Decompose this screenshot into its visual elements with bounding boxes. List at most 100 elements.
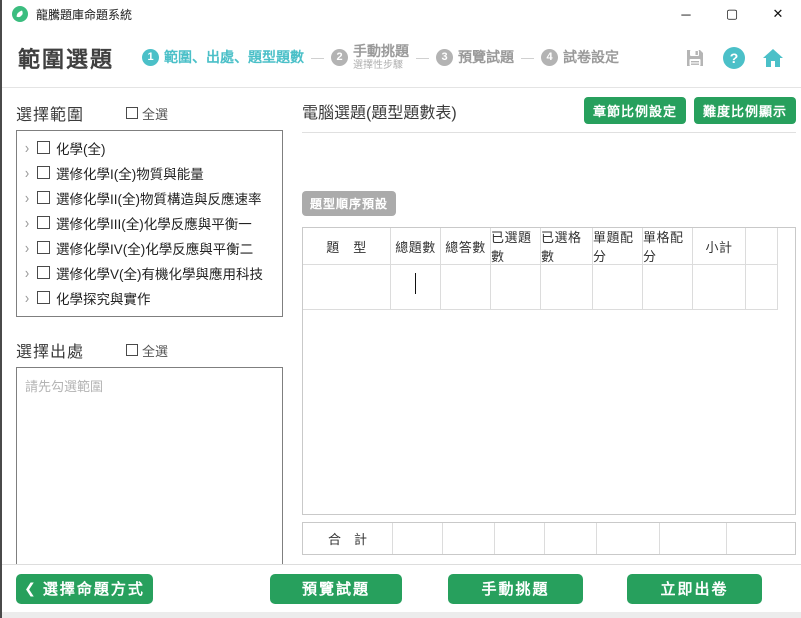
cell-empty [746,265,778,310]
chevron-right-icon[interactable]: › [19,264,35,282]
step-4-label: 試卷設定 [563,47,619,67]
cell-selected-blanks[interactable] [541,265,593,310]
range-select-all-checkbox[interactable] [126,107,138,119]
source-select-all[interactable]: 全選 [126,341,168,360]
app-title: 龍騰題庫命題系統 [36,6,132,23]
bottom-strip [2,612,801,618]
column-header-selected-questions: 已選題數 [491,228,541,265]
chevron-right-icon[interactable]: › [19,164,35,182]
difficulty-ratio-button[interactable]: 難度比例顯示 [694,97,796,124]
text-cursor [415,273,416,294]
preview-questions-button[interactable]: 預覽試題 [270,574,402,604]
app-logo-icon [12,6,28,22]
step-4-paper-settings[interactable]: 4 試卷設定 [541,47,619,67]
column-header-selected-blanks: 已選格數 [541,228,593,265]
tree-item-label: 選修化學V(全)有機化學與應用科技 [56,263,263,283]
minimize-icon[interactable]: ─ [663,0,709,28]
generate-paper-button[interactable]: 立即出卷 [627,574,762,604]
tree-item-chemistry-all[interactable]: › 化學(全) [19,135,280,160]
save-icon[interactable] [683,46,707,70]
step-4-number: 4 [541,49,558,66]
column-header-total-answers: 總答數 [441,228,491,265]
step-1-label: 範圍、出處、題型題數 [164,47,304,67]
tree-item-elective-4[interactable]: › 選修化學IV(全)化學反應與平衡二 [19,235,280,260]
step-3-label: 預覽試題 [458,47,514,67]
column-header-points-per-question: 單題配分 [593,228,643,265]
divider [302,132,796,133]
range-section-title: 選擇範圍 [16,101,84,125]
chevron-right-icon[interactable]: › [19,239,35,257]
tree-item-label: 選修化學I(全)物質與能量 [56,163,204,183]
cell-points-per-blank[interactable] [643,265,693,310]
chevron-right-icon[interactable]: › [19,214,35,232]
column-header-total-questions: 總題數 [391,228,441,265]
checkbox[interactable] [37,141,50,154]
chevron-right-icon[interactable]: › [19,139,35,157]
source-select-all-label: 全選 [142,341,168,360]
table-row [303,265,795,310]
column-header-question-type: 題 型 [303,228,391,265]
cell-subtotal[interactable] [693,265,746,310]
cell-total-answers[interactable] [441,265,491,310]
source-list-box: 請先勾選範圍 [16,367,283,567]
close-icon[interactable]: ✕ [755,0,801,28]
tree-item-label: 選修化學II(全)物質構造與反應速率 [56,188,262,208]
tree-item-elective-2[interactable]: › 選修化學II(全)物質構造與反應速率 [19,185,280,210]
step-1-range[interactable]: 1 範圍、出處、題型題數 [142,47,304,67]
home-icon[interactable] [761,46,785,70]
choose-method-back-button[interactable]: ❮ 選擇命題方式 [16,574,153,604]
total-cell [393,523,443,554]
chevron-right-icon[interactable]: › [19,289,35,307]
range-select-all[interactable]: 全選 [126,104,168,123]
total-row: 合 計 [302,522,796,555]
step-2-sublabel: 選擇性步驟 [353,60,409,71]
step-connector: — [521,50,534,65]
tree-item-elective-1[interactable]: › 選修化學I(全)物質與能量 [19,160,280,185]
checkbox[interactable] [37,241,50,254]
checkbox[interactable] [37,291,50,304]
checkbox[interactable] [37,191,50,204]
step-indicator: 1 範圍、出處、題型題數 — 2 手動挑題 選擇性步驟 — 3 預覽試題 — 4… [142,44,619,70]
step-3-number: 3 [436,49,453,66]
tree-item-elective-5[interactable]: › 選修化學V(全)有機化學與應用科技 [19,260,280,285]
question-type-table: 題 型 總題數 總答數 已選題數 已選格數 單題配分 單格配分 小計 [302,227,796,515]
step-2-manual-pick[interactable]: 2 手動挑題 選擇性步驟 [331,44,409,70]
total-cell [727,523,795,554]
tree-item-label: 選修化學IV(全)化學反應與平衡二 [56,238,253,258]
source-placeholder: 請先勾選範圍 [25,379,103,394]
total-cell [495,523,545,554]
checkbox[interactable] [37,266,50,279]
total-cell [443,523,495,554]
title-bar: 龍騰題庫命題系統 ─ ▢ ✕ [2,0,801,28]
step-3-preview[interactable]: 3 預覽試題 [436,47,514,67]
maximize-icon[interactable]: ▢ [709,0,755,28]
column-header-points-per-blank: 單格配分 [643,228,693,265]
source-select-all-checkbox[interactable] [126,344,138,356]
page-title: 範圍選題 [18,42,114,74]
question-type-order-preset-button[interactable]: 題型順序預設 [302,191,396,216]
help-icon[interactable]: ? [723,47,745,69]
chevron-right-icon[interactable]: › [19,189,35,207]
tree-item-label: 選修化學III(全)化學反應與平衡一 [56,213,252,233]
left-panel: 選擇範圍 全選 › 化學(全) › 選修化學I(全)物質與能量 › 選修化學II… [16,101,283,567]
cell-total-questions-input[interactable] [391,265,441,310]
step-2-label: 手動挑題 [353,44,409,59]
tree-item-elective-3[interactable]: › 選修化學III(全)化學反應與平衡一 [19,210,280,235]
cell-question-type[interactable] [303,265,391,310]
range-select-all-label: 全選 [142,104,168,123]
checkbox[interactable] [37,166,50,179]
cell-selected-questions[interactable] [491,265,541,310]
tree-item-inquiry-practice[interactable]: › 化學探究與實作 [19,285,280,310]
step-1-number: 1 [142,49,159,66]
footer-bar: ❮ 選擇命題方式 預覽試題 手動挑題 立即出卷 [2,564,801,612]
source-section-title: 選擇出處 [16,338,84,362]
chapter-ratio-button[interactable]: 章節比例設定 [584,97,686,124]
cell-points-per-question[interactable] [593,265,643,310]
tree-item-label: 化學(全) [56,138,106,158]
computer-selection-title: 電腦選題(題型題數表) [302,99,457,123]
checkbox[interactable] [37,216,50,229]
total-row-label: 合 計 [303,523,393,554]
manual-pick-button[interactable]: 手動挑題 [448,574,583,604]
column-header-subtotal: 小計 [693,228,746,265]
back-button-label: 選擇命題方式 [43,578,145,599]
